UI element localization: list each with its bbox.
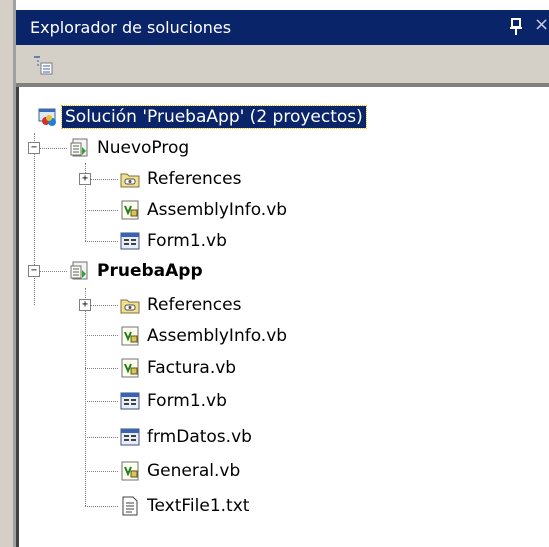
- solution-tree[interactable]: − − + + Solución 'PruebaApp' (2 proyecto…: [19, 87, 549, 547]
- text-file-icon: [122, 496, 138, 516]
- references-icon: [120, 173, 140, 188]
- vb-module-icon: [121, 326, 139, 346]
- tree-item-label: Factura.vb: [147, 358, 237, 378]
- tree-item-file[interactable]: General.vb: [119, 455, 243, 487]
- tree-line: [85, 401, 118, 403]
- tree-item-project-pruebaapp[interactable]: PruebaApp: [69, 255, 206, 287]
- tree-item-label: NuevoProg: [97, 138, 190, 158]
- tree-item-label: References: [147, 295, 242, 315]
- tree-item-solution[interactable]: Solución 'PruebaApp' (2 proyectos): [37, 101, 367, 133]
- tree-line: [90, 305, 118, 307]
- tree-item-label: AssemblyInfo.vb: [147, 326, 288, 346]
- pin-icon[interactable]: [509, 18, 523, 36]
- tree-line: [90, 179, 118, 181]
- tree-line: [39, 271, 67, 273]
- tree-item-label: Form1.vb: [147, 231, 227, 251]
- tree-item-label: TextFile1.txt: [147, 496, 250, 516]
- tree-item-file[interactable]: AssemblyInfo.vb: [119, 320, 290, 352]
- solution-icon: [38, 108, 56, 126]
- tree-line: [85, 210, 118, 212]
- tree-line: [85, 241, 118, 243]
- collapse-nuevoprog-toggle[interactable]: −: [28, 142, 40, 154]
- expand-references-toggle[interactable]: +: [79, 299, 91, 311]
- tree-item-label: Form1.vb: [147, 391, 227, 411]
- tree-item-references[interactable]: References: [119, 289, 244, 321]
- panel-toolbar: [16, 45, 549, 83]
- collapse-pruebaapp-toggle[interactable]: −: [28, 265, 40, 277]
- tree-item-file[interactable]: Form1.vb: [119, 225, 230, 257]
- tree-item-file[interactable]: Factura.vb: [119, 352, 239, 384]
- close-icon[interactable]: ×: [534, 14, 549, 35]
- expand-references-toggle[interactable]: +: [79, 173, 91, 185]
- tree-line: [85, 471, 118, 473]
- properties-icon[interactable]: [32, 54, 54, 76]
- tree-line: [39, 148, 67, 150]
- form-icon: [120, 392, 140, 410]
- vb-module-icon: [121, 461, 139, 481]
- tree-line: [85, 368, 118, 370]
- tree-line: [85, 506, 118, 508]
- tree-item-label: General.vb: [147, 461, 241, 481]
- left-window-frame: [0, 0, 16, 547]
- panel-title-bar[interactable]: Explorador de soluciones ×: [16, 10, 549, 45]
- vb-module-icon: [121, 200, 139, 220]
- form-icon: [120, 232, 140, 250]
- tree-item-label: frmDatos.vb: [147, 427, 252, 447]
- form-icon: [120, 428, 140, 446]
- vb-project-icon: [70, 138, 88, 157]
- tree-item-label: Solución 'PruebaApp' (2 proyectos): [61, 105, 367, 129]
- vb-module-icon: [121, 358, 139, 378]
- tree-item-label: AssemblyInfo.vb: [147, 200, 288, 220]
- tree-item-project-nuevoprog[interactable]: NuevoProg: [69, 132, 192, 164]
- tree-item-file[interactable]: TextFile1.txt: [119, 490, 252, 522]
- tree-item-file[interactable]: AssemblyInfo.vb: [119, 194, 290, 226]
- tree-item-file[interactable]: frmDatos.vb: [119, 421, 255, 453]
- tree-item-label: PruebaApp: [97, 261, 203, 281]
- tree-item-references[interactable]: References: [119, 163, 244, 195]
- tree-item-label: References: [147, 169, 242, 189]
- tree-line: [85, 288, 87, 506]
- tree-item-file[interactable]: Form1.vb: [119, 385, 230, 417]
- panel-title: Explorador de soluciones: [30, 18, 232, 37]
- tree-line: [34, 133, 36, 305]
- tree-line: [85, 437, 118, 439]
- vb-project-icon: [70, 261, 88, 280]
- tree-line: [85, 335, 118, 337]
- references-icon: [120, 299, 140, 314]
